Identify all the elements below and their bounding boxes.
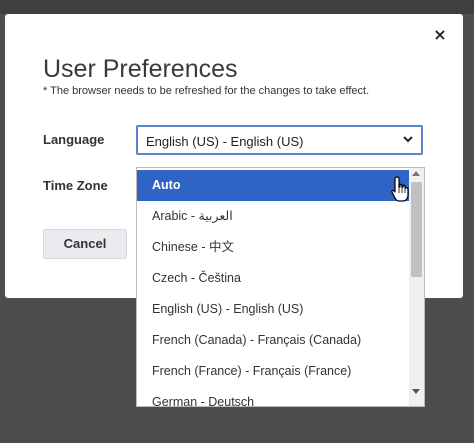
option-czech[interactable]: Czech - Čeština <box>137 263 410 294</box>
backdrop <box>0 0 474 14</box>
language-dropdown-list[interactable]: Auto Arabic - العربية Chinese - 中文 Czech… <box>136 167 425 407</box>
option-french-canada[interactable]: French (Canada) - Français (Canada) <box>137 325 410 356</box>
option-english-us[interactable]: English (US) - English (US) <box>137 294 410 325</box>
scroll-down-arrow-icon[interactable] <box>412 389 420 394</box>
refresh-note: * The browser needs to be refreshed for … <box>43 85 370 97</box>
option-arabic[interactable]: Arabic - العربية <box>137 201 410 232</box>
scroll-up-arrow-icon[interactable] <box>412 171 420 176</box>
language-selected-value: English (US) - English (US) <box>146 134 304 149</box>
option-auto[interactable]: Auto <box>137 170 410 201</box>
option-chinese[interactable]: Chinese - 中文 <box>137 232 410 263</box>
dropdown-scrollbar[interactable] <box>409 168 424 406</box>
language-label: Language <box>43 132 105 147</box>
scroll-thumb[interactable] <box>411 182 422 277</box>
option-french-france[interactable]: French (France) - Français (France) <box>137 356 410 387</box>
timezone-label: Time Zone <box>43 178 108 193</box>
cancel-button[interactable]: Cancel <box>43 229 127 259</box>
option-german[interactable]: German - Deutsch <box>137 387 410 406</box>
language-select[interactable]: English (US) - English (US) <box>136 125 423 155</box>
chevron-down-icon <box>403 136 413 143</box>
close-icon[interactable]: × <box>431 26 449 44</box>
hand-pointer-cursor-icon <box>391 176 409 202</box>
dialog-title: User Preferences <box>43 55 238 83</box>
